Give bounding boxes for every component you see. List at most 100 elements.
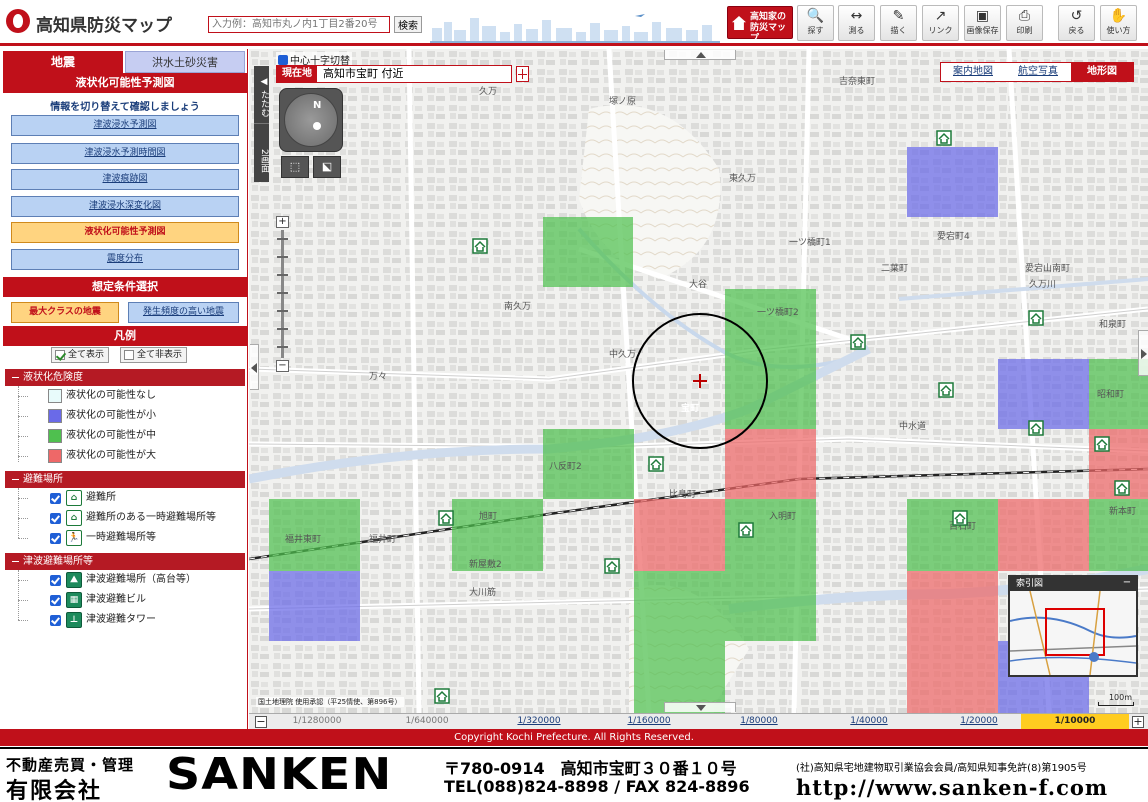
hide-all-button[interactable]: 全て非表示 [120, 347, 188, 363]
map-shelter-icon[interactable] [952, 510, 968, 526]
map-temporary-evacuation-icon[interactable] [1114, 480, 1130, 496]
search-button[interactable]: 検索 [394, 16, 422, 33]
search-tool-button[interactable]: 🔍 探す [797, 5, 834, 41]
scale-step-3[interactable]: 1/160000 [609, 714, 689, 729]
split-screen-tab[interactable]: 2画面 [254, 126, 269, 182]
compass-center[interactable] [313, 122, 321, 130]
pan-east-button[interactable] [1138, 330, 1148, 376]
map-shelter-icon[interactable] [648, 456, 664, 472]
tab-earthquake[interactable]: 地震 [3, 51, 123, 73]
map-shelter-icon[interactable] [1094, 436, 1110, 452]
collapse-panel-tab[interactable]: ◀ たたむ [254, 66, 269, 124]
map-shelter-icon[interactable] [1028, 310, 1044, 326]
measure-tool-icon: ↔ [850, 8, 863, 24]
map-place-label: 入明町 [769, 511, 796, 522]
map-place-label: 福井東町 [285, 533, 321, 545]
tsunami-tower-icon: ⊥ [66, 612, 82, 628]
locate-center-button[interactable] [516, 66, 529, 82]
footer-advertisement[interactable]: 不動産売買・管理 有限会社 SANKEN 〒780-0914 高知市宝町３０番１… [0, 747, 1148, 802]
draw-tool-button[interactable]: ✎ 描く [880, 5, 917, 41]
scale-step-7[interactable]: 1/10000 [1021, 714, 1129, 729]
map-type-tab-0[interactable]: 案内地図 [941, 63, 1005, 81]
save-image-tool-button[interactable]: ▣ 画像保存 [964, 5, 1001, 41]
help-tool-icon: ✋ [1109, 8, 1128, 24]
map-place-label: 比島町 [669, 488, 696, 500]
header: 高知県防災マップ 検索 高知家の防災マップ 🔍探す↔測る✎描く↗リンク▣画像保存… [0, 0, 1148, 46]
city-skyline-illustration [430, 14, 720, 43]
category-tsunami[interactable]: 津波避難場所等 [5, 553, 245, 570]
category-liquefaction[interactable]: 液状化危険度 [5, 369, 245, 386]
map-button-4[interactable]: 液状化可能性予測図 [11, 222, 239, 243]
scale-step-6[interactable]: 1/20000 [939, 714, 1019, 729]
save-image-tool-icon: ▣ [975, 8, 990, 24]
map-place-label: 昭和町 [1097, 389, 1124, 400]
back-tool-button[interactable]: ↺ 戻る [1058, 5, 1095, 41]
help-tool-button[interactable]: ✋ 使い方 [1100, 5, 1137, 41]
minimize-icon[interactable]: − [1122, 578, 1132, 589]
measure-tool-button[interactable]: ↔ 測る [838, 5, 875, 41]
map-shelter-icon[interactable] [438, 510, 454, 526]
current-location-value: 高知市宝町 付近 [323, 67, 404, 80]
frequent-earthquake-button[interactable]: 発生頻度の高い地震 [128, 302, 239, 323]
checkbox-checked-icon[interactable] [50, 575, 61, 586]
scale-zoom-out-icon[interactable]: − [255, 716, 267, 728]
pan-west-button[interactable] [250, 344, 259, 390]
show-all-button[interactable]: 全て表示 [51, 347, 110, 363]
home-disaster-map-button[interactable]: 高知家の防災マップ [727, 6, 793, 44]
compass-icon[interactable]: N [284, 93, 338, 147]
scale-step-5[interactable]: 1/40000 [829, 714, 909, 729]
zoom-in-icon[interactable]: + [276, 216, 289, 228]
copyright-bar: Copyright Kochi Prefecture. All Rights R… [0, 729, 1148, 746]
link-tool-button[interactable]: ↗ リンク [922, 5, 959, 41]
map-button-2[interactable]: 津波痕跡図 [11, 169, 239, 190]
print-tool-button[interactable]: ⎙ 印刷 [1006, 5, 1043, 41]
scale-zoom-in-icon[interactable]: + [1132, 716, 1144, 728]
navigation-pad[interactable]: N [279, 88, 343, 152]
map-type-tabs: 案内地図 航空写真 地形図 [940, 62, 1134, 82]
zoom-rectangle-icon[interactable]: ⬚ [281, 156, 309, 178]
scale-step-2[interactable]: 1/320000 [499, 714, 579, 729]
zoom-track[interactable] [277, 230, 288, 358]
address-search-input[interactable] [208, 16, 390, 33]
map-shelter-icon[interactable] [938, 382, 954, 398]
map-temporary-evacuation-icon[interactable] [434, 688, 450, 704]
shelter-temporary-icon: ⌂ [66, 510, 82, 526]
map-place-label: 新屋敷2 [469, 558, 502, 570]
map-shelter-icon[interactable] [604, 558, 620, 574]
map-type-tab-1[interactable]: 航空写真 [1007, 63, 1069, 81]
checkbox-checked-icon[interactable] [50, 533, 61, 544]
map-button-1[interactable]: 津波浸水予測時間図 [11, 143, 239, 164]
map-shelter-icon[interactable] [850, 334, 866, 350]
checkbox-checked-icon[interactable] [50, 615, 61, 626]
checkbox-checked-icon[interactable] [50, 493, 61, 504]
zoom-slider[interactable]: + − [276, 216, 290, 372]
checkbox-checked-icon[interactable] [50, 595, 61, 606]
scale-step-4[interactable]: 1/80000 [719, 714, 799, 729]
tab-flood-landslide[interactable]: 洪水土砂災害 [125, 51, 245, 73]
current-location-label: 現在地 [277, 66, 317, 82]
category-shelters[interactable]: 避難場所 [5, 471, 245, 488]
map-place-label: 中久万 [609, 348, 636, 360]
checkbox-checked-icon[interactable] [50, 513, 61, 524]
index-map[interactable]: 索引図 − [1008, 575, 1138, 677]
map-shelter-icon[interactable] [936, 130, 952, 146]
map-button-0[interactable]: 津波浸水予測図 [11, 115, 239, 136]
map-button-5[interactable]: 震度分布 [11, 249, 239, 270]
map-temporary-evacuation-icon[interactable] [1028, 420, 1044, 436]
ad-website-link[interactable]: http://www.sanken-f.com [796, 775, 1108, 800]
scale-step-1[interactable]: 1/640000 [387, 714, 467, 729]
scale-step-0[interactable]: 1/1280000 [277, 714, 357, 729]
zoom-out-icon[interactable]: − [276, 360, 289, 372]
index-map-view[interactable] [1010, 591, 1136, 675]
map-button-3[interactable]: 津波浸水深変化図 [11, 196, 239, 217]
measure-rectangle-icon[interactable]: ⬕ [313, 156, 341, 178]
pan-north-button[interactable] [664, 50, 736, 60]
side-tabs: ◀ たたむ 2画面 [254, 66, 269, 182]
shelter-icon: ⌂ [66, 490, 82, 506]
map-temporary-evacuation-icon[interactable] [738, 522, 754, 538]
max-class-earthquake-button[interactable]: 最大クラスの地震 [11, 302, 119, 323]
map-temporary-evacuation-icon[interactable] [472, 238, 488, 254]
map-place-label: 東久万 [729, 172, 756, 184]
pan-south-button[interactable] [664, 702, 736, 712]
map-type-tab-2[interactable]: 地形図 [1071, 63, 1133, 81]
